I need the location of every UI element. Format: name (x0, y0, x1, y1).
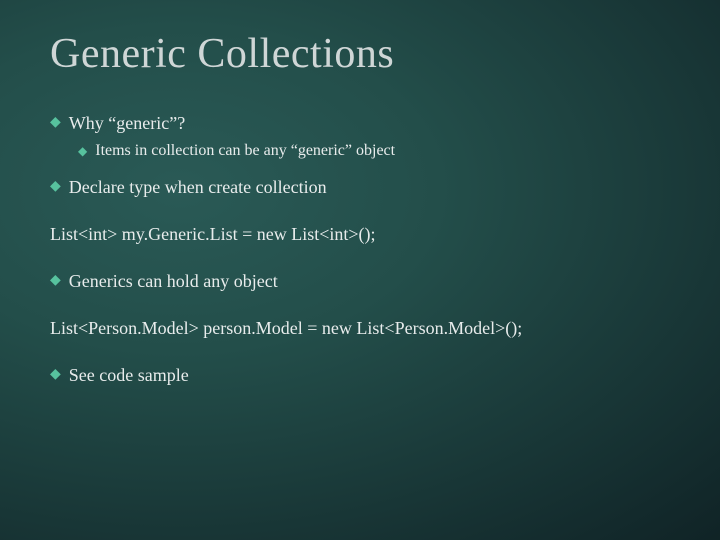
bullet-text: See code sample (69, 362, 189, 389)
diamond-bullet-icon: ◆ (78, 139, 87, 164)
bullet-row: ◆ Why “generic”? (50, 110, 670, 137)
sub-bullet-row: ◆ Items in collection can be any “generi… (78, 139, 670, 164)
bullet-row: ◆ Generics can hold any object (50, 268, 670, 295)
bullet-text: Why “generic”? (69, 110, 185, 137)
bullet-row: ◆ See code sample (50, 362, 670, 389)
diamond-bullet-icon: ◆ (50, 268, 61, 295)
bullet-text: Declare type when create collection (69, 174, 327, 201)
diamond-bullet-icon: ◆ (50, 110, 61, 137)
bullet-row: ◆ Declare type when create collection (50, 174, 670, 201)
code-line: List<Person.Model> person.Model = new Li… (50, 315, 670, 342)
code-line: List<int> my.Generic.List = new List<int… (50, 221, 670, 248)
bullet-text: Generics can hold any object (69, 268, 278, 295)
diamond-bullet-icon: ◆ (50, 174, 61, 201)
sub-bullet-text: Items in collection can be any “generic”… (95, 139, 395, 163)
diamond-bullet-icon: ◆ (50, 362, 61, 389)
slide: Generic Collections ◆ Why “generic”? ◆ I… (0, 0, 720, 540)
slide-body: ◆ Why “generic”? ◆ Items in collection c… (50, 110, 670, 389)
slide-title: Generic Collections (50, 30, 670, 78)
